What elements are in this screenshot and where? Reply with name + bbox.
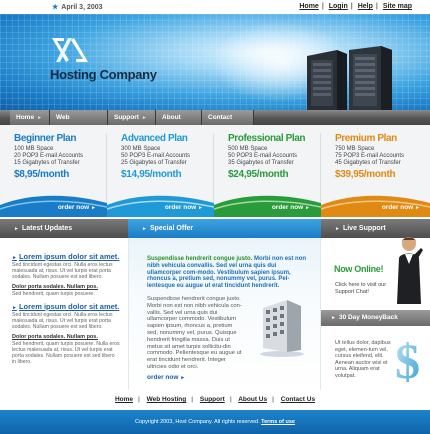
- plan-feature: 50 POP3 E-mail Accounts: [228, 153, 298, 159]
- dollar-icon: $: [395, 333, 420, 386]
- moneyback-header: ► 30 Day MoneyBack Guarantee: [321, 310, 430, 337]
- order-now-button[interactable]: order now ►: [382, 204, 420, 211]
- news-text: Sed hendrerit, quam turpis posuere. Null…: [12, 341, 120, 365]
- footer-link-support[interactable]: Support: [200, 396, 225, 403]
- main-nav: Home► Web Hosting► Support► About Us► Co…: [0, 110, 430, 136]
- star-icon: ★: [52, 4, 59, 11]
- latest-updates: ► Lorem ipsum dolor sit amet. Sed tincidu…: [0, 238, 128, 390]
- company-name: Hosting Company: [50, 67, 157, 82]
- nav-support[interactable]: Support ►: [108, 110, 156, 125]
- news-text: Sed tincidunt egestas orci. Nulla eros l…: [12, 312, 113, 330]
- footer-link-about-us[interactable]: About Us: [238, 396, 267, 403]
- plan-feature: 750 MB Space: [335, 146, 375, 152]
- date-display: ★ April 3, 2003: [52, 4, 103, 11]
- building-image: [260, 300, 304, 357]
- plan-premium: Premium Plan 750 MB Space 75 POP3 E-mail…: [321, 133, 430, 217]
- news-text: Sed tincidunt egestas orci. Nulla eros l…: [12, 262, 113, 280]
- arrow-right-icon: ►: [91, 205, 96, 211]
- arrow-right-icon: ►: [305, 205, 310, 211]
- plan-price: $39,95/month: [335, 169, 396, 180]
- order-now-button[interactable]: order now ►: [165, 204, 203, 211]
- footer-bar: Copyright 2003, Host Company. All rights…: [0, 410, 430, 434]
- plan-name: Advanced Plan: [121, 133, 188, 144]
- plan-beginner: Beginner Plan 100 MB Space 20 POP3 E-mai…: [0, 133, 107, 217]
- moneyback-text: Ut tellus dolor, dapibus eget, elemen-tu…: [335, 340, 391, 379]
- copyright-text: Copyright 2003, Host Company. All rights…: [135, 419, 260, 425]
- hosting-plans: Beginner Plan 100 MB Space 20 POP3 E-mai…: [0, 125, 430, 217]
- news-item: ► Lorem ipsum dolor sit amet. Sed tincidu…: [12, 252, 128, 297]
- arrow-right-icon: ►: [37, 115, 43, 121]
- plan-feature: 500 MB Space: [228, 146, 268, 152]
- top-link-home[interactable]: Home: [299, 3, 318, 10]
- order-now-button[interactable]: order now ►: [272, 204, 310, 211]
- server-image: [307, 46, 392, 110]
- news-subtitle-link[interactable]: Dolor porta sodales. Nullam pos.: [12, 284, 128, 290]
- now-online-label: Now Online!: [334, 264, 384, 274]
- news-item: ► Lorem ipsum dolor sit amet. Sed tincidu…: [12, 302, 128, 365]
- plan-professional: Professional Plan 500 MB Space 50 POP3 E…: [214, 133, 321, 217]
- plan-feature: 20 POP3 E-mail Accounts: [14, 153, 84, 159]
- plan-price: $14,95/month: [121, 169, 182, 180]
- footer-link-web-hosting[interactable]: Web Hosting: [147, 396, 187, 403]
- top-link-help[interactable]: Help: [358, 3, 373, 10]
- plan-price: $8,95/month: [14, 169, 70, 180]
- offer-text: Suspendisse hendrerit congue justo. Morb…: [147, 295, 242, 370]
- plan-feature: 50 POP3 E-mail Accounts: [121, 153, 191, 159]
- news-subtitle-link[interactable]: Dolor porta sodales. Nullam pos.: [12, 334, 128, 340]
- arrow-right-icon: ►: [141, 115, 147, 121]
- support-agent-image[interactable]: [391, 234, 427, 304]
- news-title-link[interactable]: ► Lorem ipsum dolor sit amet.: [12, 302, 128, 311]
- plan-feature: 100 MB Space: [14, 146, 54, 152]
- plan-name: Premium Plan: [335, 133, 397, 144]
- news-title-link[interactable]: ► Lorem ipsum dolor sit amet.: [12, 252, 128, 261]
- nav-about-us[interactable]: About Us►: [156, 110, 202, 136]
- footer-links: Home | Web Hosting | Support | About Us | Co…: [114, 396, 316, 403]
- arrow-right-icon: ►: [14, 226, 19, 232]
- arrow-right-icon: ►: [331, 315, 336, 321]
- plan-price: $24,95/month: [228, 169, 289, 180]
- top-link-site-map[interactable]: Site map: [383, 3, 412, 10]
- nav-contact-us[interactable]: Contact Us►: [202, 110, 254, 136]
- plan-feature: 45 Gigabytes of Transfer: [335, 160, 401, 166]
- nav-web-hosting[interactable]: Web Hosting►: [50, 110, 108, 136]
- plan-name: Professional Plan: [228, 133, 306, 144]
- plan-advanced: Advanced Plan 300 MB Space 50 POP3 E-mai…: [107, 133, 214, 217]
- logo-icon: [52, 38, 88, 62]
- top-link-login[interactable]: Login: [329, 3, 348, 10]
- plan-feature: 25 Gigabytes of Transfer: [121, 160, 187, 166]
- arrow-right-icon: ►: [198, 205, 203, 211]
- section-header-offer: ► Special Offer: [128, 219, 321, 238]
- live-support: Now Online! Click here to visit our Supp…: [321, 237, 430, 390]
- offer-lead: Suspendisse hendrerit congue justo. Morb…: [147, 256, 307, 290]
- footer-link-contact-us[interactable]: Contact Us: [281, 396, 315, 403]
- svg-text:$: $: [395, 333, 420, 386]
- plan-feature: 300 MB Space: [121, 146, 161, 152]
- order-now-button[interactable]: order now ►: [58, 204, 96, 211]
- offer-order-link[interactable]: order now ►: [147, 374, 310, 381]
- nav-home[interactable]: Home ►: [10, 110, 50, 125]
- arrow-right-icon: ►: [12, 305, 17, 311]
- top-links: Home | Login | Help | Site map: [299, 3, 412, 10]
- support-chat-link[interactable]: Click here to visit our Support Chat!: [335, 282, 390, 295]
- arrow-right-icon: ►: [142, 226, 147, 232]
- plan-feature: 75 POP3 E-mail Accounts: [335, 153, 405, 159]
- news-text: Sed hendrerit, quam turpis posuere.: [12, 291, 95, 297]
- arrow-right-icon: ►: [12, 255, 17, 261]
- footer-link-home[interactable]: Home: [115, 396, 133, 403]
- header-banner: Hosting Company: [0, 14, 430, 110]
- plan-feature: 15 Gigabytes of Transfer: [14, 160, 80, 166]
- arrow-right-icon: ►: [415, 205, 420, 211]
- top-bar: ★ April 3, 2003 Home | Login | Help | Site m…: [0, 0, 430, 14]
- terms-of-use-link[interactable]: Terms of use: [261, 419, 295, 425]
- section-header-updates: ► Latest Updates: [0, 219, 128, 238]
- arrow-right-icon: ►: [180, 374, 186, 381]
- arrow-right-icon: ►: [335, 226, 340, 232]
- plan-name: Beginner Plan: [14, 133, 77, 144]
- plan-feature: 35 Gigabytes of Transfer: [228, 160, 294, 166]
- special-offer: Suspendisse hendrerit congue justo. Morb…: [128, 238, 321, 390]
